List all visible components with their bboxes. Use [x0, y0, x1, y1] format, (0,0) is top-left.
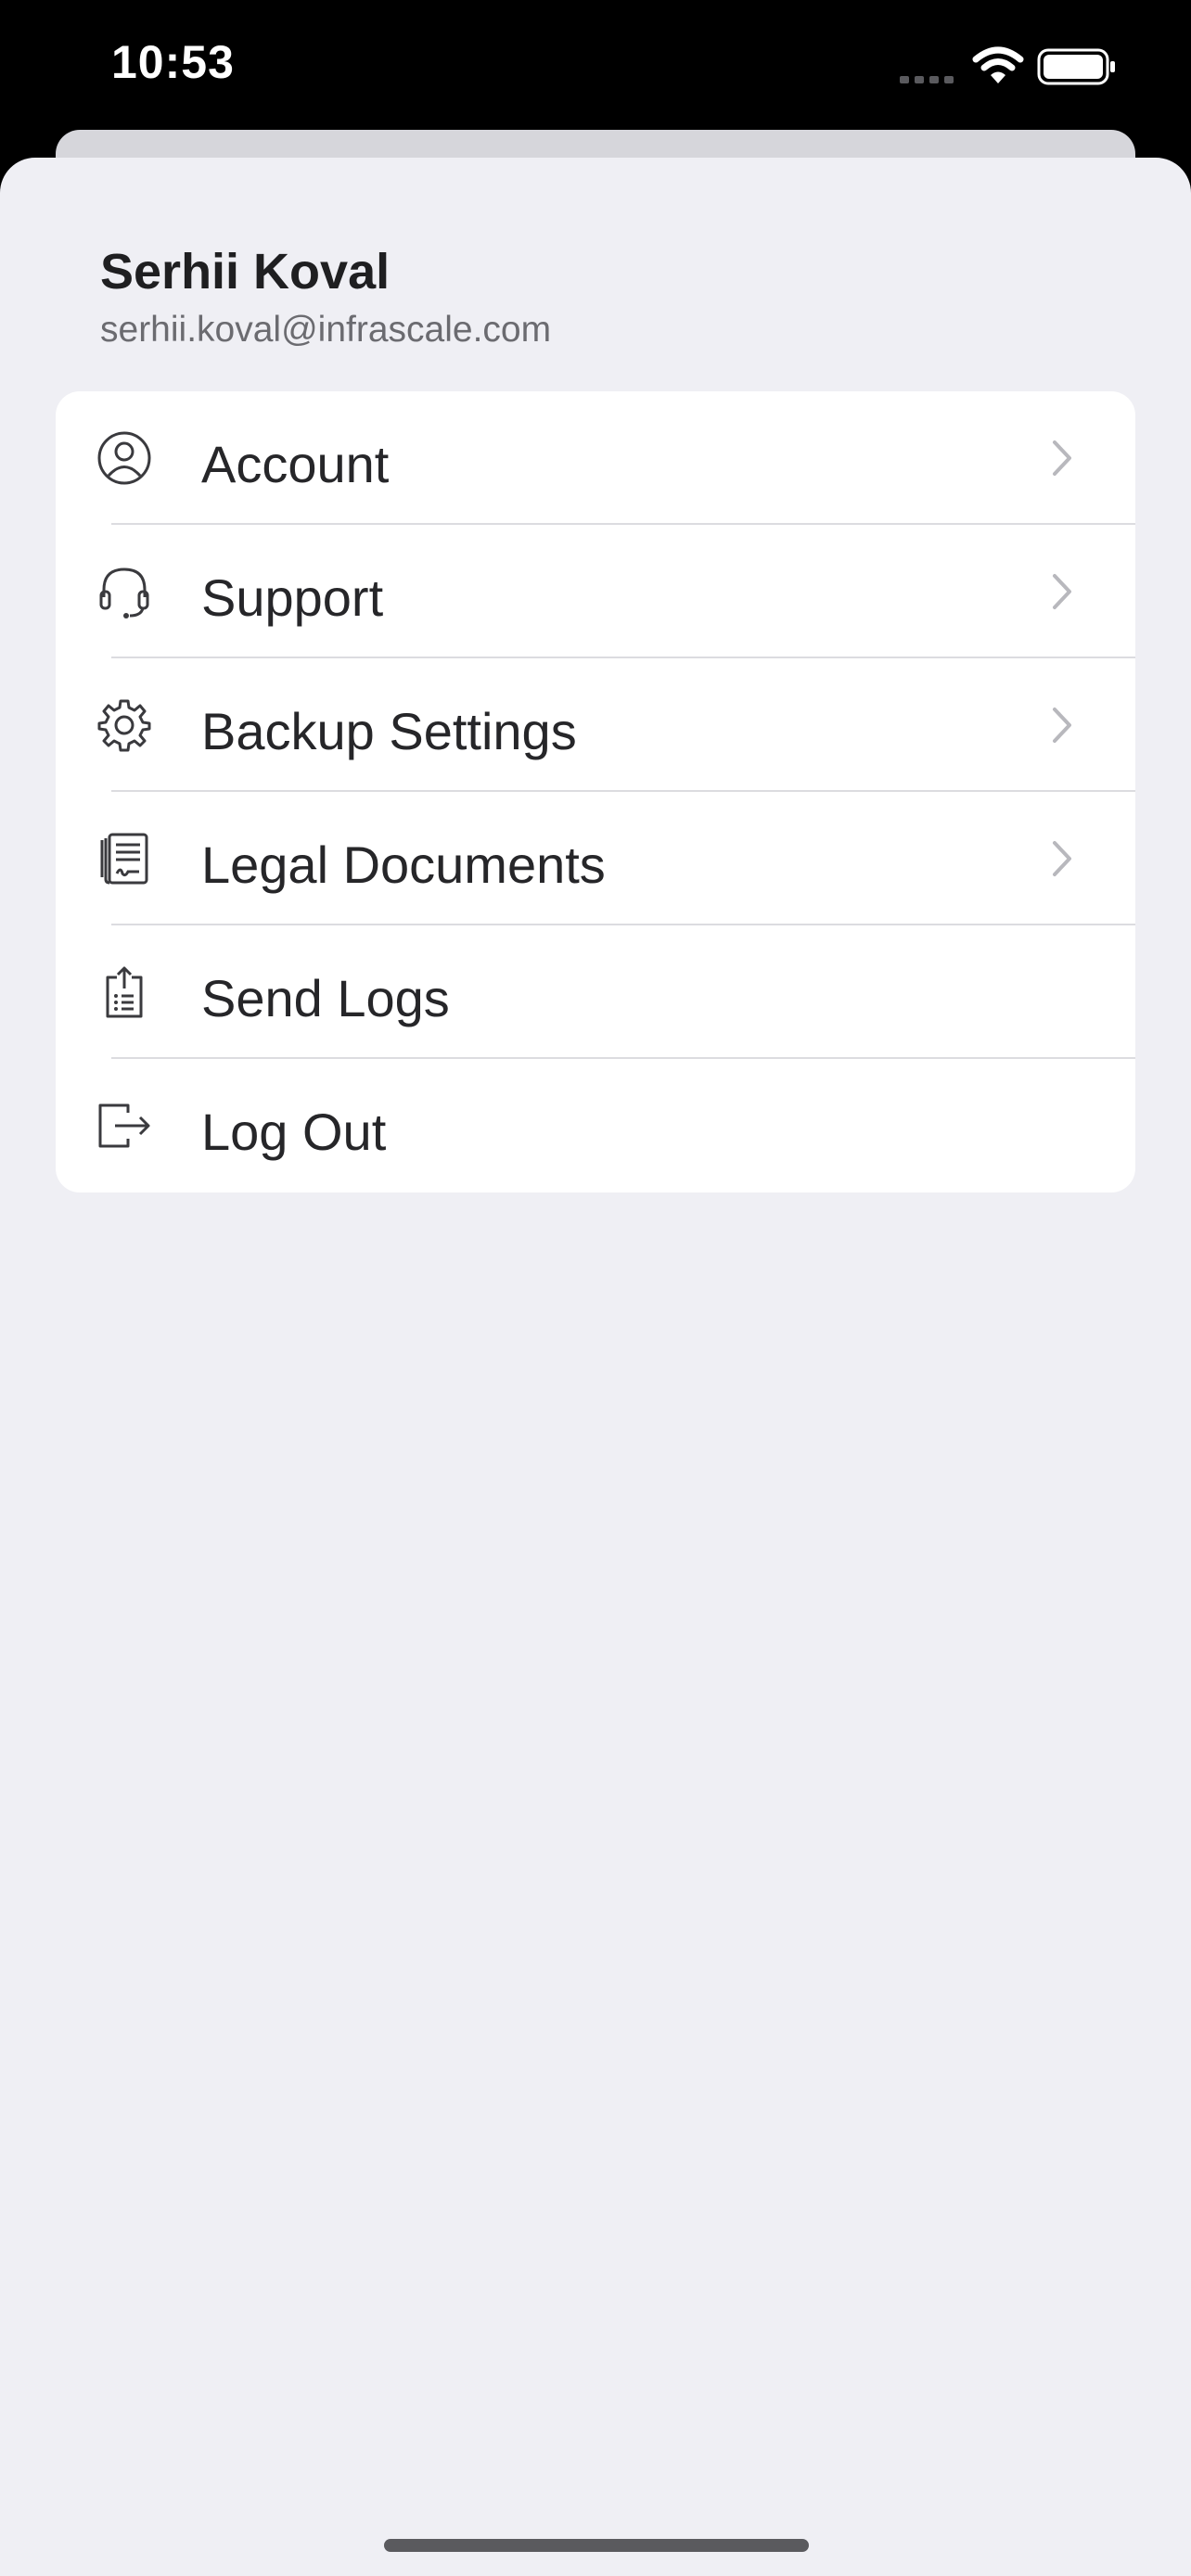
- menu-item-log-out[interactable]: Log Out: [56, 1059, 1135, 1192]
- chevron-right-icon: [1053, 708, 1071, 743]
- chevron-right-icon: [1053, 841, 1071, 876]
- logout-icon: [98, 1103, 150, 1148]
- document-icon: [100, 833, 148, 885]
- menu-item-send-logs[interactable]: Send Logs: [56, 925, 1135, 1059]
- menu-item-label: Support: [201, 568, 384, 627]
- chevron-right-icon: [1053, 574, 1071, 609]
- cellular-signal-icon: [900, 76, 954, 83]
- menu-item-label: Legal Documents: [201, 835, 606, 894]
- menu-item-label: Account: [201, 435, 390, 493]
- chevron-right-icon: [1053, 440, 1071, 476]
- person-circle-icon: [97, 431, 151, 485]
- profile-email: serhii.koval@infrascale.com: [100, 310, 552, 350]
- menu-item-backup-settings[interactable]: Backup Settings: [56, 658, 1135, 792]
- menu-item-label: Send Logs: [201, 969, 450, 1027]
- menu-item-label: Backup Settings: [201, 702, 577, 760]
- menu-item-label: Log Out: [201, 1103, 387, 1161]
- settings-menu: Account Support Backup Settings Legal Do…: [56, 391, 1135, 1192]
- menu-item-legal-documents[interactable]: Legal Documents: [56, 792, 1135, 925]
- status-time: 10:53: [111, 36, 235, 88]
- headset-icon: [99, 567, 149, 618]
- gear-icon: [97, 699, 151, 752]
- status-bar: 10:53: [0, 0, 1191, 130]
- wifi-icon: [972, 46, 1024, 83]
- battery-icon: [1037, 48, 1115, 85]
- home-indicator[interactable]: [384, 2539, 809, 2552]
- menu-item-support[interactable]: Support: [56, 525, 1135, 658]
- profile-name: Serhii Koval: [100, 244, 391, 300]
- menu-item-account[interactable]: Account: [56, 391, 1135, 525]
- clipboard-upload-icon: [106, 966, 143, 1018]
